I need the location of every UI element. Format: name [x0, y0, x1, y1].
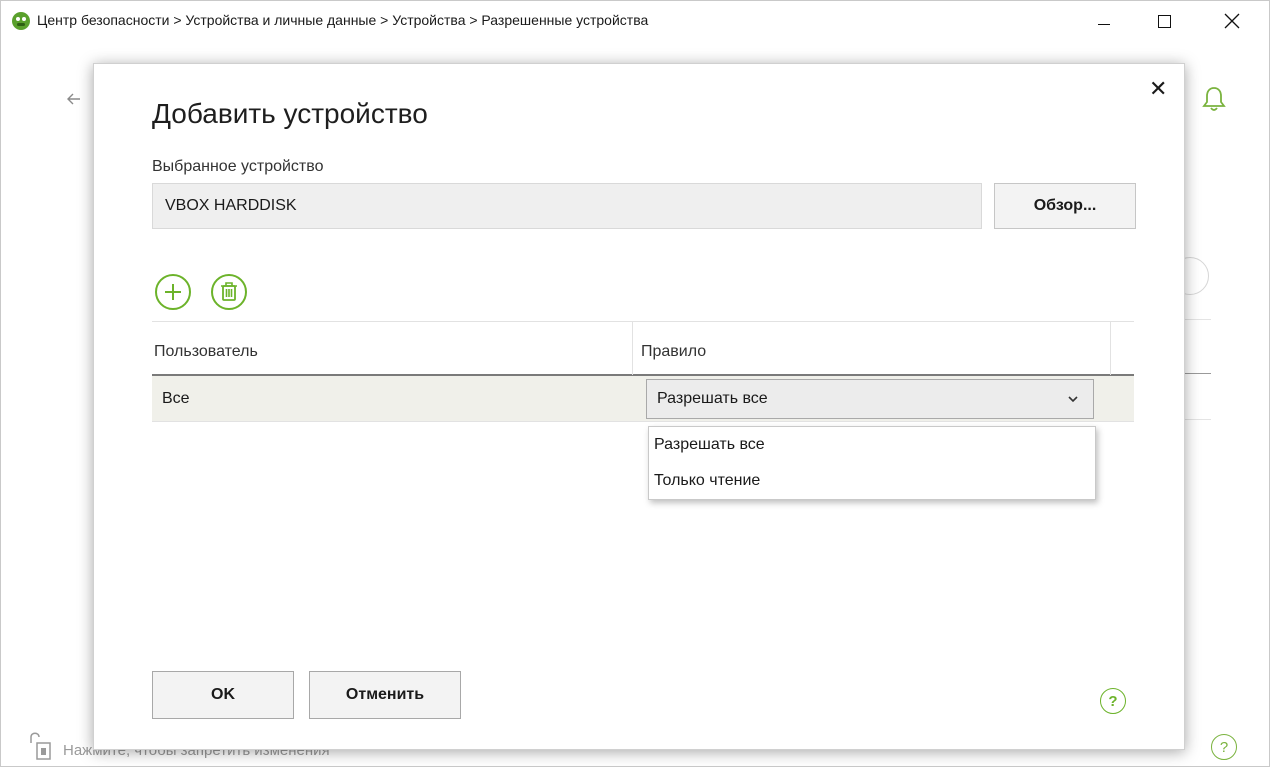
close-icon	[1224, 13, 1240, 29]
minimize-button[interactable]	[1081, 6, 1127, 36]
maximize-button[interactable]	[1141, 6, 1187, 36]
window-title: Центр безопасности > Устройства и личные…	[37, 12, 649, 28]
column-header-spacer	[1110, 322, 1134, 375]
add-device-dialog: ✕ Добавить устройство Выбранное устройст…	[93, 63, 1185, 750]
row-user-cell: Все	[162, 390, 190, 407]
rule-select-value: Разрешать все	[657, 390, 768, 407]
title-bar: Центр безопасности > Устройства и личные…	[1, 1, 1269, 41]
dialog-title: Добавить устройство	[152, 98, 428, 129]
add-rule-button[interactable]	[154, 273, 192, 311]
dialog-help-icon[interactable]: ?	[1100, 688, 1126, 714]
browse-button[interactable]: Обзор...	[994, 183, 1136, 229]
rule-option-allow-all[interactable]: Разрешать все	[649, 427, 1095, 463]
rule-select[interactable]: Разрешать все	[646, 379, 1094, 419]
back-arrow-icon[interactable]	[67, 89, 81, 110]
unlock-icon[interactable]	[27, 729, 67, 763]
rule-option-read-only[interactable]: Только чтение	[649, 463, 1095, 499]
column-header-user[interactable]: Пользователь	[152, 322, 258, 375]
dialog-close-button[interactable]: ✕	[1149, 76, 1167, 102]
table-row[interactable]: Все Разрешать все	[152, 376, 1134, 422]
rules-table: Пользователь Правило Все Разрешать все	[152, 321, 1134, 422]
chevron-down-icon	[1068, 396, 1078, 403]
selected-device-label: Выбранное устройство	[152, 158, 324, 175]
delete-rule-button[interactable]	[210, 273, 248, 311]
table-header: Пользователь Правило	[152, 321, 1134, 376]
bell-icon[interactable]	[1201, 85, 1227, 113]
cancel-button[interactable]: Отменить	[309, 671, 461, 719]
selected-device-field[interactable]: VBOX HARDDISK	[152, 183, 982, 229]
plus-circle-icon	[155, 274, 191, 310]
maximize-icon	[1157, 14, 1171, 28]
app-logo-icon	[12, 12, 30, 30]
app-window: Центр безопасности > Устройства и личные…	[0, 0, 1270, 767]
ok-button[interactable]: OK	[152, 671, 294, 719]
column-header-rule[interactable]: Правило	[632, 322, 1110, 375]
help-icon[interactable]: ?	[1211, 734, 1237, 760]
window-close-button[interactable]	[1209, 6, 1255, 36]
minimize-icon	[1098, 23, 1110, 25]
rule-dropdown-list: Разрешать все Только чтение	[648, 426, 1096, 500]
trash-icon	[211, 274, 247, 310]
